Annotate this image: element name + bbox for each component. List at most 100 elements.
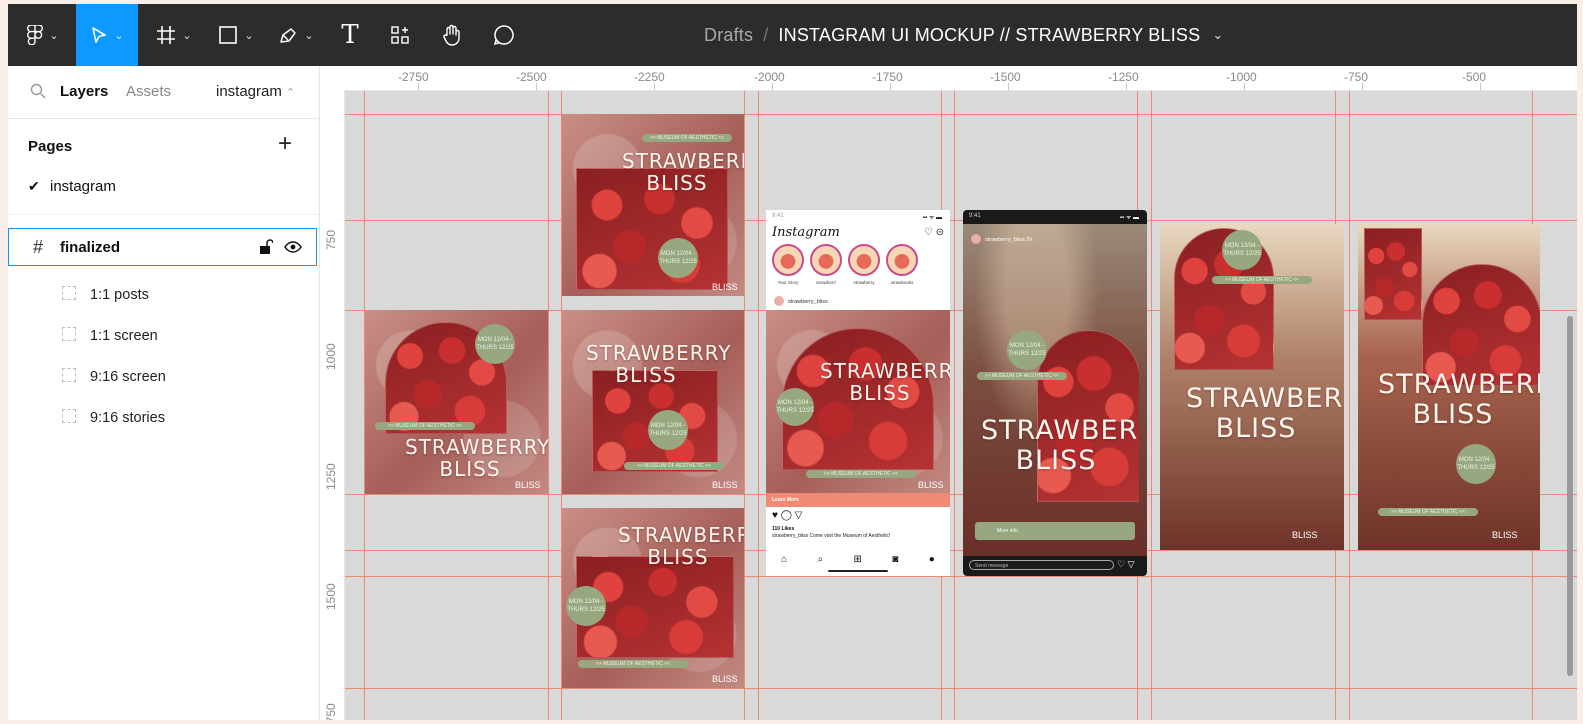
resources-button[interactable] — [382, 4, 418, 66]
instagram-feed-mockup[interactable]: 9:41 ▪▪ ᯤ ▬ Instagram ♡ ⊝ Your Story str… — [766, 210, 950, 576]
strawberries-image — [1422, 264, 1540, 386]
search-icon[interactable]: ⌕ — [818, 554, 824, 565]
chevron-down-icon: ⌄ — [114, 29, 124, 42]
layer-1-1-posts[interactable]: 1:1 posts — [62, 286, 149, 303]
title-line2: BLISS — [439, 457, 501, 481]
ruler-tick — [654, 83, 655, 90]
ruler-label: -1750 — [872, 70, 903, 84]
layer-9-16-screen[interactable]: 9:16 screen — [62, 368, 166, 385]
title-line1: STRAWBERRY — [586, 341, 732, 365]
tab-layers[interactable]: Layers — [60, 83, 108, 100]
story-action-icons[interactable]: ♡ ▽ — [1117, 559, 1135, 570]
horizontal-ruler[interactable]: -2750 -2500 -2250 -2000 -1750 -1500 -125… — [320, 66, 1577, 91]
ruler-label: -2750 — [398, 70, 429, 84]
pen-tool-button[interactable]: ⌄ — [270, 4, 322, 66]
add-page-button[interactable]: + — [278, 132, 292, 156]
story-label: Your Story — [777, 280, 799, 285]
bliss-logo: BLISS — [712, 282, 738, 292]
layer-frame-finalized[interactable]: # finalized — [8, 228, 317, 266]
layout-guide — [548, 66, 549, 720]
museum-band: >> MUSEUM OF AESTHETIC << — [642, 134, 732, 142]
tab-assets[interactable]: Assets — [126, 83, 171, 100]
comment-tool-button[interactable] — [486, 4, 522, 66]
instagram-story-mockup[interactable]: 9:41 ▪▪ ᯤ ▬ strawberry_bliss 2h MON 12/0… — [963, 210, 1147, 576]
story-avatar — [810, 244, 842, 276]
museum-band: >> MUSEUM OF AESTHETIC << — [1212, 276, 1312, 284]
ruler-label: -1000 — [1226, 70, 1257, 84]
shape-tool-button[interactable]: ⌄ — [210, 4, 262, 66]
page-item-instagram[interactable]: ✔ instagram — [28, 178, 116, 195]
header-icons: ♡ ⊝ — [923, 227, 944, 238]
search-icon[interactable] — [30, 83, 46, 99]
vertical-scrollbar[interactable] — [1567, 316, 1573, 676]
home-indicator — [828, 570, 888, 572]
ruler-label: 1500 — [324, 583, 338, 610]
date-badge: MON 12/04 - THURS 12/25 — [1222, 230, 1262, 270]
vertical-ruler[interactable]: 750 1000 1250 1500 1750 — [320, 90, 345, 720]
story-label: strawberry — [853, 280, 875, 285]
file-name[interactable]: INSTAGRAM UI MOCKUP // STRAWBERRY BLISS — [778, 25, 1200, 46]
hand-icon — [443, 24, 460, 46]
design-canvas[interactable]: >> MUSEUM OF AESTHETIC << STRAWBERRYBLIS… — [320, 66, 1577, 720]
layer-frame-label: finalized — [60, 239, 121, 256]
hand-tool-button[interactable] — [434, 4, 470, 66]
profile-icon[interactable]: ● — [929, 554, 935, 565]
chevron-down-icon: ⌄ — [182, 29, 192, 42]
likes-count: 110 Likes — [772, 526, 795, 532]
home-icon[interactable]: ⌂ — [781, 554, 787, 565]
museum-band: >> MUSEUM OF AESTHETIC << — [977, 372, 1067, 380]
story-avatar — [886, 244, 918, 276]
layer-9-16-stories[interactable]: 9:16 stories — [62, 409, 165, 426]
museum-band: >> MUSEUM OF AESTHETIC << — [806, 470, 916, 478]
ruler-tick — [1362, 83, 1363, 90]
title-line1: STRAWBERRY — [1186, 383, 1344, 414]
title-line1: STRAWBERRY — [1378, 369, 1540, 400]
components-icon — [391, 26, 409, 44]
layer-1-1-screen[interactable]: 1:1 screen — [62, 327, 158, 344]
post-artwork[interactable]: >> MUSEUM OF AESTHETIC << STRAWBERRYBLIS… — [562, 114, 744, 296]
story-label: strawberri — [816, 280, 836, 285]
post-account: strawberry_bliss — [774, 296, 828, 306]
post-action-icons[interactable]: ♥ ◯ ▽ — [772, 510, 802, 521]
move-tool-button[interactable]: ⌄ — [76, 4, 138, 66]
post-artwork[interactable]: MON 12/04 - THURS 12/25 >> MUSEUM OF AES… — [365, 310, 548, 494]
title-line2: BLISS — [1015, 445, 1097, 476]
comment-icon — [493, 25, 514, 46]
breadcrumb-drafts[interactable]: Drafts — [704, 25, 753, 46]
post-title: STRAWBERRYBLISS — [1186, 383, 1344, 444]
story-label: strawbooks — [890, 280, 914, 285]
text-tool-button[interactable]: T — [332, 4, 368, 66]
current-page-label: instagram — [216, 83, 282, 100]
post-artwork[interactable]: STRAWBERRYBLISS MON 12/04 - THURS 12/25 … — [562, 508, 744, 688]
post-artwork[interactable]: STRAWBERRYBLISS MON 12/04 - THURS 12/25 … — [562, 310, 744, 494]
learn-more-button[interactable]: Learn More — [766, 493, 950, 507]
story-artwork: MON 12/04 - THURS 12/25 >> MUSEUM OF AES… — [977, 330, 1139, 510]
shop-icon[interactable]: ◙ — [892, 554, 898, 565]
frame-tool-button[interactable]: ⌄ — [148, 4, 200, 66]
grid-icon — [62, 409, 76, 423]
ruler-tick — [890, 83, 891, 90]
unlock-icon[interactable] — [259, 239, 273, 255]
bliss-logo: BLISS — [1292, 530, 1318, 540]
status-signal-icons: ▪▪ ᯤ ▬ — [1119, 215, 1139, 221]
more-info-button[interactable]: More info — [975, 522, 1135, 540]
chevron-down-icon[interactable]: ⌄ — [1212, 27, 1223, 43]
post-title: STRAWBERRYBLISS — [622, 150, 744, 194]
eye-icon[interactable] — [284, 240, 302, 254]
post-title: STRAWBERRYBLISS — [618, 524, 744, 568]
avatar — [774, 296, 784, 306]
story-artwork[interactable]: MON 12/04 - THURS 12/25 >> MUSEUM OF AES… — [1160, 224, 1344, 550]
museum-band: >> MUSEUM OF AESTHETIC << — [1378, 508, 1478, 516]
layer-label: 1:1 screen — [90, 328, 158, 344]
frame-icon: # — [33, 237, 44, 257]
send-message-input[interactable]: Send message — [969, 560, 1114, 570]
add-post-icon[interactable]: ⊞ — [854, 554, 862, 565]
title-line1: STRAWBERRY — [820, 359, 950, 383]
main-menu-button[interactable]: ⌄ — [18, 4, 68, 66]
museum-band: >> MUSEUM OF AESTHETIC << — [375, 422, 475, 430]
page-switcher[interactable]: instagram ⌃ — [216, 83, 295, 100]
story-artwork[interactable]: STRAWBERRYBLISS MON 12/04 - THURS 12/25 … — [1358, 224, 1540, 550]
story-avatar — [772, 244, 804, 276]
layout-guide — [320, 688, 1577, 689]
chevron-down-icon: ⌄ — [244, 29, 254, 42]
